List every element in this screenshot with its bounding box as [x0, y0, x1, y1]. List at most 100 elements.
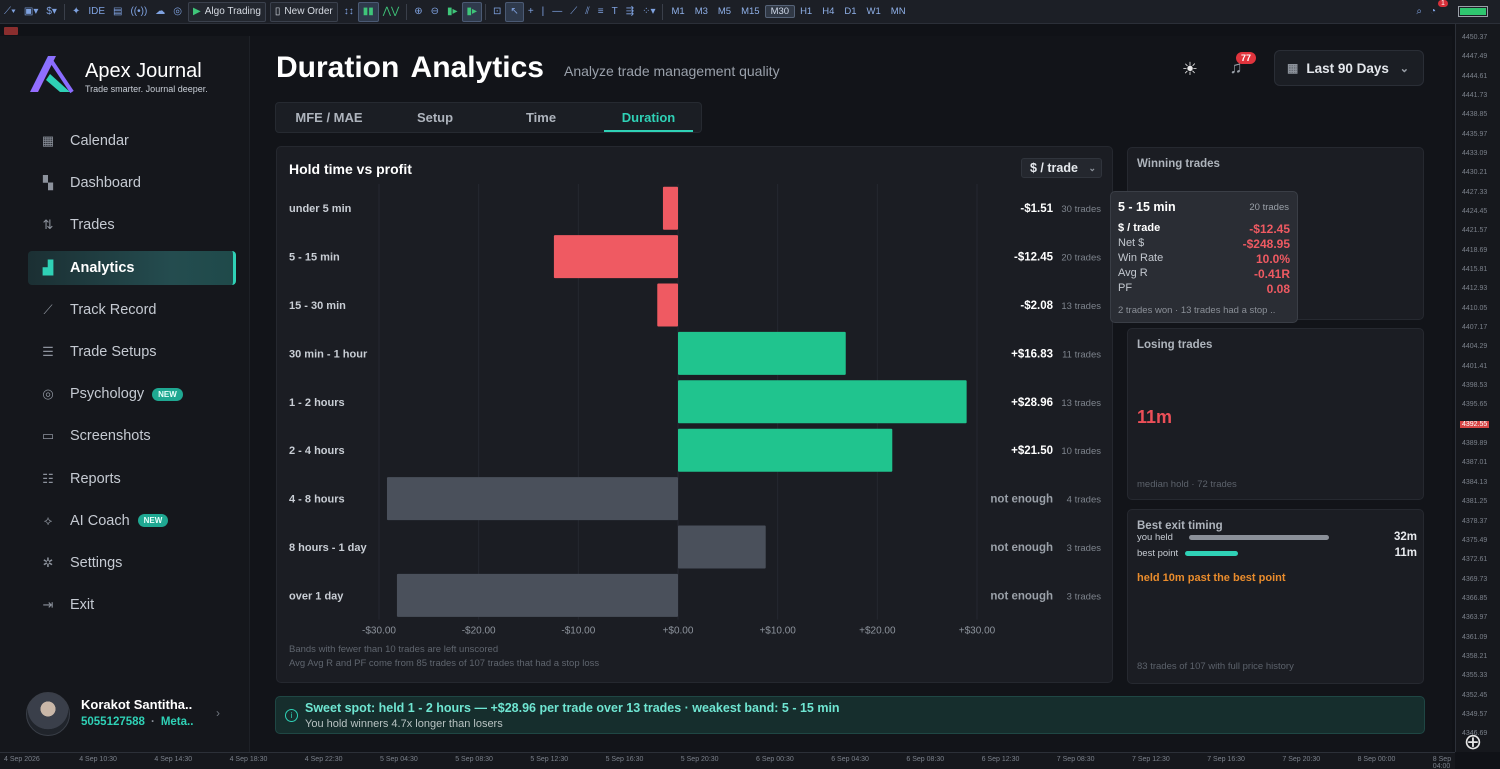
x-tick-label: -$30.00 [362, 626, 396, 637]
notification-icon[interactable]: ◔ 1 [1426, 0, 1448, 22]
expert-icon[interactable]: ✦ [68, 2, 84, 22]
sidebar-item-reports[interactable]: ☷ Reports [28, 462, 236, 496]
horizontal-line-icon[interactable]: — [548, 2, 566, 22]
globe-icon[interactable]: ◎ [169, 2, 186, 22]
price-tick: 4418.69 [1462, 246, 1488, 254]
timeframe-m3[interactable]: M3 [690, 6, 713, 17]
signal-icon[interactable]: ((•)) [126, 2, 151, 22]
sidebar-item-screenshots[interactable]: ▭ Screenshots [28, 419, 236, 453]
vertical-line-icon[interactable]: | [538, 2, 549, 22]
zoom-in-icon[interactable]: ⊕ [410, 2, 426, 22]
time-tick: 7 Sep 08:30 [1056, 756, 1095, 763]
chart-shift-icon[interactable]: ▮▸ [461, 1, 483, 22]
price-tick: 4438.85 [1462, 111, 1488, 119]
search-icon[interactable]: ⌕ [1412, 2, 1426, 22]
new-order-button[interactable]: ▯ New Order [269, 1, 338, 22]
sidebar-item-calendar[interactable]: ▦ Calendar [28, 124, 236, 158]
text-tool-icon[interactable]: T [608, 2, 622, 22]
crosshair-icon[interactable]: + [524, 2, 538, 22]
sidebar-item-trade-setups[interactable]: ☰ Trade Setups [28, 335, 236, 369]
dollar-icon[interactable]: $▾ [42, 2, 61, 22]
ide-button[interactable]: IDE [84, 2, 109, 22]
unit-selector[interactable]: $ / trade ⌄ [1021, 158, 1102, 178]
timeframe-mn[interactable]: MN [886, 6, 911, 17]
price-tick: 4398.53 [1462, 382, 1488, 390]
bar [396, 573, 678, 617]
sidebar-item-analytics[interactable]: ▟ Analytics [28, 250, 236, 285]
order-icon: ▯ [274, 6, 281, 17]
price-tick: 4450.37 [1462, 34, 1488, 41]
tab-duration[interactable]: Duration [604, 103, 693, 132]
time-tick: 4 Sep 14:30 [154, 756, 193, 763]
sidebar-item-ai-coach[interactable]: ⟡ AI Coach NEW [28, 504, 236, 538]
platform-toolbar: ⟋▾ ▣▾ $▾ ✦ IDE ▤ ((•)) ☁ ◎ ▶ Algo Trading… [0, 0, 1500, 24]
timeframe-m15[interactable]: M15 [736, 6, 764, 17]
trendline-icon[interactable]: ⟋ [566, 2, 581, 22]
bar [662, 186, 678, 230]
sidebar-item-track-record[interactable]: ⟋ Track Record [28, 293, 236, 327]
calendar-icon: ▦ [41, 133, 55, 148]
price-tick: 4407.17 [1462, 324, 1488, 332]
arrow-tool-icon[interactable]: ⇶ [622, 2, 638, 22]
fibo-icon[interactable]: ≡ [594, 2, 608, 22]
candles-icon[interactable]: ▮▮ [357, 1, 379, 22]
trades-icon: ⇅ [42, 217, 54, 233]
x-tick-label: -$10.00 [561, 626, 595, 637]
sidebar-item-settings[interactable]: ✲ Settings [28, 546, 236, 580]
tab-time[interactable]: Time [488, 103, 594, 132]
tooltip-row: Win Rate 10.0% [1118, 252, 1290, 266]
line-chart-icon[interactable]: ⟋▾ [0, 2, 20, 22]
time-tick: 8 Sep 04:00 [1432, 756, 1452, 769]
price-tick: 4352.45 [1462, 691, 1488, 699]
page-title: Duration Analytics [276, 51, 544, 84]
sidebar-item-psychology[interactable]: ◎ Psychology NEW [28, 377, 236, 411]
tab-setup[interactable]: Setup [382, 103, 488, 132]
time-tick: 5 Sep 20:30 [680, 756, 719, 763]
price-tick: 4389.89 [1462, 440, 1488, 448]
price-tick: 4427.33 [1462, 188, 1488, 196]
sidebar-item-label: Analytics [70, 259, 135, 276]
tick-chart-icon[interactable]: ⋀⋁ [379, 2, 403, 22]
channel-icon[interactable]: ⫽ [581, 2, 593, 22]
sidebar-item-dashboard[interactable]: ▚ Dashboard [28, 166, 236, 200]
trade-count-label: 30 trades [1061, 204, 1101, 215]
reports-icon: ☷ [42, 470, 54, 486]
magnifier-icon[interactable]: ⊕ [1458, 727, 1488, 757]
category-label: 5 - 15 min [289, 252, 340, 264]
cloud-icon[interactable]: ☁ [151, 2, 169, 22]
timeframe-m30[interactable]: M30 [764, 5, 796, 18]
timeframe-m1[interactable]: M1 [666, 6, 689, 17]
cursor-icon[interactable]: ↖ [505, 1, 524, 22]
tab-mfe-mae[interactable]: MFE / MAE [276, 103, 382, 132]
sidebar-item-trades[interactable]: ⇅ Trades [28, 208, 236, 242]
screenshot-tool-icon[interactable]: ⊡ [489, 2, 505, 22]
price-tick: 4375.49 [1462, 536, 1488, 544]
template-icon[interactable]: ▣▾ [20, 2, 42, 22]
brand-tagline: Trade smarter. Journal deeper. [85, 84, 208, 94]
bag-icon[interactable]: ▤ [109, 2, 126, 22]
tooltip-value: -0.41R [1253, 267, 1290, 281]
user-profile[interactable]: Korakot Santitha.. 5055127588 · Meta.. › [26, 690, 236, 736]
algo-trading-button[interactable]: ▶ Algo Trading [188, 1, 266, 22]
timeframe-w1[interactable]: W1 [862, 6, 886, 17]
timeframe-h1[interactable]: H1 [795, 6, 817, 17]
sidebar-item-label: Reports [70, 470, 121, 487]
sidebar-item-exit[interactable]: ⇥ Exit [28, 588, 236, 622]
time-tick: 8 Sep 00:00 [1357, 756, 1396, 763]
price-tick: 4387.01 [1462, 459, 1488, 467]
value-label: not enough [990, 494, 1053, 506]
depth-icon[interactable]: ↕↕ [340, 2, 358, 22]
time-tick: 5 Sep 16:30 [605, 756, 644, 763]
shapes-icon[interactable]: ⁘▾ [638, 2, 659, 22]
timeframe-h4[interactable]: H4 [817, 6, 839, 17]
timeframe-m5[interactable]: M5 [713, 6, 736, 17]
zoom-out-icon[interactable]: ⊖ [427, 2, 443, 22]
median-hold-value: 11m [1137, 407, 1173, 427]
theme-toggle-sun-icon[interactable]: ☀ [1180, 59, 1200, 79]
exit-icon: ⇥ [42, 597, 54, 613]
autoscroll-icon[interactable]: ▮▸ [443, 2, 462, 22]
timeframe-d1[interactable]: D1 [839, 6, 861, 17]
date-range-dropdown[interactable]: ▦ Last 90 Days ⌄ [1274, 50, 1424, 86]
x-tick-label: +$10.00 [759, 626, 796, 637]
price-tick: 4441.73 [1462, 92, 1488, 100]
